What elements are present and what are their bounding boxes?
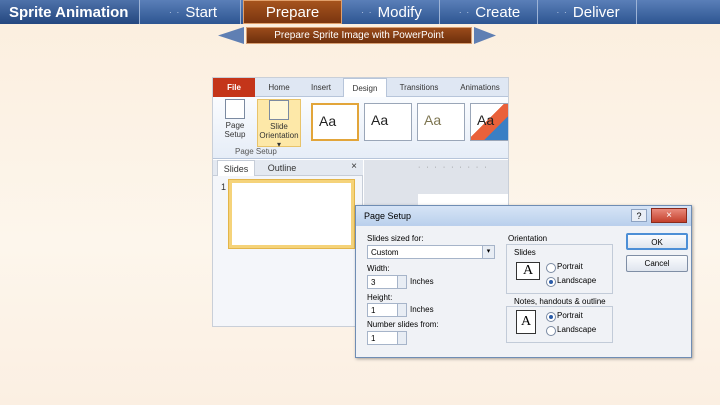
tab-modify-label: Modify <box>377 3 422 21</box>
tab-create[interactable]: · · Create <box>442 0 538 24</box>
subheader-title: Prepare Sprite Image with PowerPoint <box>246 27 472 44</box>
width-value: 3 <box>371 278 376 287</box>
slide-orientation-label: Slide Orientation ▾ <box>259 122 299 149</box>
ribbon: Page Setup Slide Orientation ▾ Page Setu… <box>213 97 508 159</box>
tab-deliver-label: Deliver <box>572 3 620 21</box>
height-field[interactable]: 1 <box>367 303 407 317</box>
panel-close-icon[interactable]: × <box>351 161 357 172</box>
height-unit: Inches <box>410 305 434 314</box>
orientation-label: Orientation <box>508 234 548 243</box>
height-value: 1 <box>371 306 376 315</box>
slide-orientation-icon <box>269 100 289 120</box>
width-field[interactable]: 3 <box>367 275 407 289</box>
landscape-page-icon: A <box>516 262 540 280</box>
slides-sized-for-label: Slides sized for: <box>367 234 424 243</box>
width-unit: Inches <box>410 277 434 286</box>
width-spinner[interactable] <box>397 276 406 288</box>
theme-thumbnail[interactable]: Aa <box>364 103 412 141</box>
slides-landscape-radio[interactable]: Landscape <box>546 276 596 287</box>
slides-sized-for-select[interactable]: Custom ▾ <box>367 245 495 259</box>
number-slides-from-label: Number slides from: <box>367 320 439 329</box>
width-label: Width: <box>367 264 390 273</box>
page-setup-icon <box>225 99 245 119</box>
slides-orientation-label: Slides <box>514 248 536 257</box>
slide-thumbnail[interactable] <box>229 180 354 248</box>
number-slides-from-field[interactable]: 1 <box>367 331 407 345</box>
tab-deliver[interactable]: · · Deliver <box>540 0 637 24</box>
top-nav-bar: Sprite Animation · · Start Prepare · · Mod… <box>0 0 720 24</box>
theme-thumbnail[interactable]: Aa <box>470 103 508 141</box>
page-setup-dialog: Page Setup ? × Slides sized for: Custom … <box>355 205 692 358</box>
ribbon-tab-file[interactable]: File <box>213 78 255 97</box>
height-spinner[interactable] <box>397 304 406 316</box>
ribbon-tab-design[interactable]: Design <box>343 78 387 97</box>
portrait-page-icon: A <box>516 310 536 334</box>
ok-button[interactable]: OK <box>626 233 688 250</box>
tab-start-label: Start <box>185 3 218 21</box>
slides-panel: Slides Outline × 1 <box>213 160 363 326</box>
ribbon-tabs: File Home Insert Design Transitions Anim… <box>213 78 508 97</box>
tab-start[interactable]: · · Start <box>146 0 241 24</box>
slides-sized-for-value: Custom <box>371 248 399 257</box>
panel-tab-slides[interactable]: Slides <box>217 160 255 176</box>
tab-modify[interactable]: · · Modify <box>344 0 440 24</box>
notes-orientation-label: Notes, handouts & outline <box>514 297 606 306</box>
close-icon[interactable]: × <box>651 208 687 223</box>
number-slides-from-value: 1 <box>371 334 376 343</box>
ribbon-tab-animations[interactable]: Animations <box>451 78 508 97</box>
help-icon[interactable]: ? <box>631 209 647 222</box>
slides-portrait-radio[interactable]: Portrait <box>546 262 583 273</box>
notes-landscape-radio[interactable]: Landscape <box>546 325 596 336</box>
ruler: · · · · · · · · · <box>418 164 489 171</box>
ribbon-tab-home[interactable]: Home <box>259 78 299 97</box>
theme-thumbnail[interactable]: Aa <box>417 103 465 141</box>
slide-number: 1 <box>221 182 227 192</box>
brand-title: Sprite Animation <box>0 0 140 24</box>
page-setup-button[interactable]: Page Setup <box>215 99 255 147</box>
chevron-down-icon: ▾ <box>482 246 494 258</box>
height-label: Height: <box>367 293 393 302</box>
ribbon-group-label: Page Setup <box>235 147 277 156</box>
sub-navigation: Prepare Sprite Image with PowerPoint <box>218 27 496 44</box>
cancel-button[interactable]: Cancel <box>626 255 688 272</box>
number-slides-spinner[interactable] <box>397 332 406 344</box>
previous-arrow-icon[interactable] <box>218 27 244 44</box>
slide-orientation-button[interactable]: Slide Orientation ▾ <box>257 99 301 149</box>
panel-tab-outline[interactable]: Outline <box>259 160 305 176</box>
next-arrow-icon[interactable] <box>474 27 496 44</box>
tab-prepare-label: Prepare <box>265 3 320 21</box>
tab-prepare[interactable]: Prepare <box>243 0 342 24</box>
page-setup-label: Page Setup <box>224 121 246 139</box>
ribbon-tab-transitions[interactable]: Transitions <box>391 78 447 97</box>
tab-create-label: Create <box>475 3 521 21</box>
notes-portrait-radio[interactable]: Portrait <box>546 311 583 322</box>
theme-thumbnail[interactable]: Aa <box>311 103 359 141</box>
panel-tabs: Slides Outline × <box>213 160 363 176</box>
ribbon-tab-insert[interactable]: Insert <box>301 78 341 97</box>
